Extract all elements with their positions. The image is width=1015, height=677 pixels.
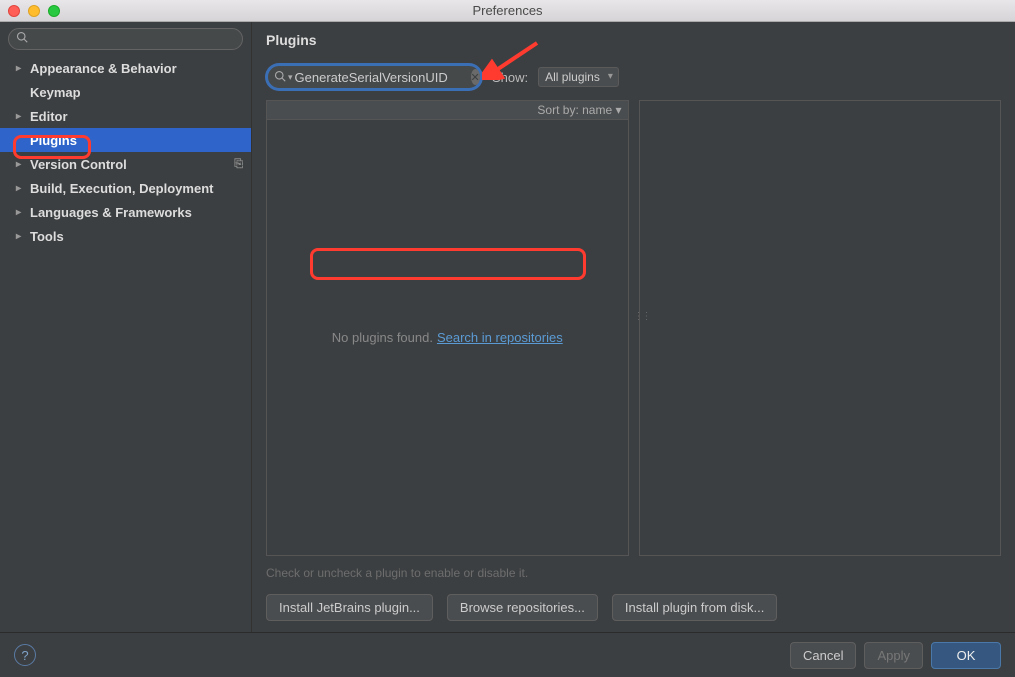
- titlebar: Preferences: [0, 0, 1015, 22]
- empty-state: No plugins found. Search in repositories: [267, 120, 628, 555]
- sort-label: Sort by: name: [537, 103, 612, 117]
- project-settings-icon: ⎘: [234, 158, 243, 171]
- tree-label: Editor: [30, 109, 68, 124]
- plugin-list-panel: Sort by: name ▾ No plugins found. Search…: [266, 100, 629, 556]
- search-icon: [16, 31, 28, 46]
- tree-label: Languages & Frameworks: [30, 205, 192, 220]
- hint-text: Check or uncheck a plugin to enable or d…: [266, 566, 1001, 580]
- main-panel: Plugins ▾ ✕ Show: All plugins Sort by: n…: [252, 22, 1015, 632]
- tree-item-version-control[interactable]: ▸Version Control⎘: [0, 152, 251, 176]
- cancel-button[interactable]: Cancel: [790, 642, 856, 669]
- show-filter-dropdown[interactable]: All plugins: [538, 67, 619, 87]
- sidebar: ▸Appearance & Behavior Keymap ▸Editor Pl…: [0, 22, 252, 632]
- search-options-caret-icon[interactable]: ▾: [288, 72, 293, 83]
- splitter-handle-icon[interactable]: ⋮⋮: [634, 311, 650, 322]
- install-jetbrains-plugin-button[interactable]: Install JetBrains plugin...: [266, 594, 433, 621]
- window-title: Preferences: [0, 3, 1015, 18]
- tree-item-appearance[interactable]: ▸Appearance & Behavior: [0, 56, 251, 80]
- show-filter-value: All plugins: [545, 70, 600, 84]
- tree-item-plugins[interactable]: Plugins: [0, 128, 251, 152]
- sort-header[interactable]: Sort by: name ▾: [267, 101, 628, 120]
- apply-button[interactable]: Apply: [864, 642, 923, 669]
- plugin-search-field[interactable]: ▾ ✕: [266, 64, 482, 90]
- help-icon[interactable]: ?: [14, 644, 36, 666]
- sidebar-search-input[interactable]: [8, 28, 243, 50]
- tree-label: Keymap: [30, 85, 81, 100]
- tree-label: Version Control: [30, 157, 127, 172]
- tree-label: Plugins: [30, 133, 77, 148]
- plugin-search-input[interactable]: [295, 70, 471, 85]
- show-label: Show:: [492, 70, 528, 85]
- settings-tree: ▸Appearance & Behavior Keymap ▸Editor Pl…: [0, 56, 251, 248]
- ok-button[interactable]: OK: [931, 642, 1001, 669]
- tree-item-keymap[interactable]: Keymap: [0, 80, 251, 104]
- empty-text: No plugins found.: [332, 330, 433, 345]
- tree-item-tools[interactable]: ▸Tools: [0, 224, 251, 248]
- tree-item-languages[interactable]: ▸Languages & Frameworks: [0, 200, 251, 224]
- tree-label: Build, Execution, Deployment: [30, 181, 213, 196]
- page-title: Plugins: [266, 32, 1001, 48]
- search-icon: [274, 70, 286, 85]
- plugin-detail-panel: ⋮⋮: [639, 100, 1002, 556]
- tree-item-editor[interactable]: ▸Editor: [0, 104, 251, 128]
- clear-search-icon[interactable]: ✕: [471, 69, 480, 85]
- tree-label: Tools: [30, 229, 64, 244]
- tree-label: Appearance & Behavior: [30, 61, 177, 76]
- dialog-footer: ? Cancel Apply OK: [0, 632, 1015, 677]
- install-from-disk-button[interactable]: Install plugin from disk...: [612, 594, 777, 621]
- chevron-down-icon: ▾: [615, 103, 621, 117]
- tree-item-build[interactable]: ▸Build, Execution, Deployment: [0, 176, 251, 200]
- search-in-repositories-link[interactable]: Search in repositories: [437, 330, 563, 345]
- browse-repositories-button[interactable]: Browse repositories...: [447, 594, 598, 621]
